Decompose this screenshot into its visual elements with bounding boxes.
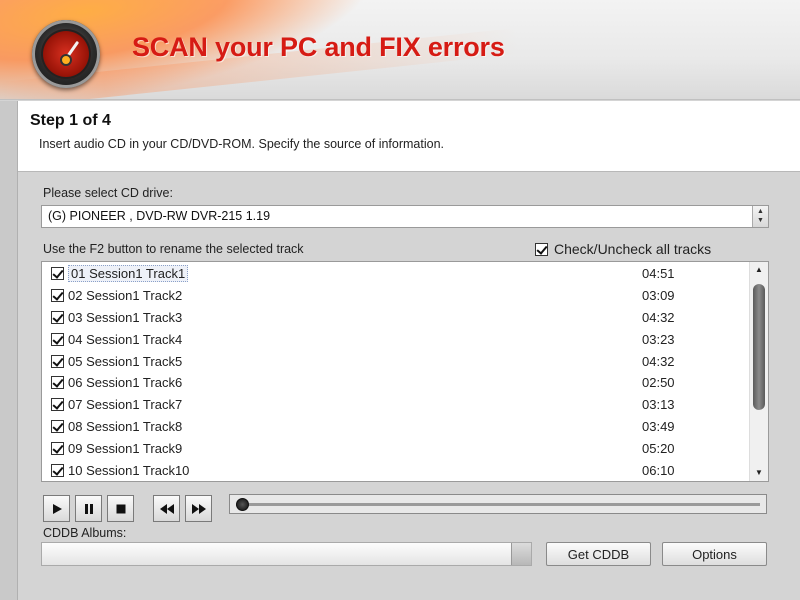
track-row[interactable]: 02 Session1 Track2 03:09	[42, 285, 748, 307]
pause-icon	[84, 503, 93, 514]
track-duration: 02:50	[642, 375, 675, 391]
rewind-button[interactable]	[153, 495, 180, 522]
track-row[interactable]: 03 Session1 Track3 04:32	[42, 307, 748, 329]
track-duration: 05:20	[642, 440, 675, 456]
track-name: 06 Session1 Track6	[68, 375, 183, 391]
track-row[interactable]: 08 Session1 Track8 03:49	[42, 416, 748, 438]
check-all-checkbox[interactable]	[535, 242, 548, 256]
track-duration: 06:10	[642, 462, 675, 478]
spin-arrows-icon[interactable]: ▲ ▼	[752, 206, 768, 227]
scrollbar-thumb[interactable]	[753, 284, 765, 410]
get-cddb-button[interactable]: Get CDDB	[546, 542, 651, 566]
track-row[interactable]: 07 Session1 Track7 03:13	[42, 394, 748, 416]
options-button[interactable]: Options	[662, 542, 767, 566]
track-duration: 03:09	[642, 288, 675, 304]
track-duration: 04:51	[642, 266, 675, 282]
track-name: 08 Session1 Track8	[68, 418, 183, 434]
track-checkbox[interactable]	[51, 267, 64, 281]
track-row[interactable]: 10 Session1 Track10 06:10	[42, 459, 748, 481]
left-edge-panel	[0, 101, 18, 600]
track-duration: 03:49	[642, 418, 675, 434]
track-checkbox[interactable]	[51, 419, 64, 433]
track-list-scrollbar[interactable]: ▲ ▼	[749, 262, 768, 481]
seek-slider[interactable]	[229, 494, 767, 514]
track-name: 03 Session1 Track3	[68, 309, 183, 325]
track-checkbox[interactable]	[51, 398, 64, 412]
track-checkbox[interactable]	[51, 441, 64, 455]
track-duration: 04:32	[642, 353, 675, 369]
track-checkbox[interactable]	[51, 376, 64, 390]
track-duration: 03:13	[642, 397, 675, 413]
stop-icon	[116, 504, 125, 513]
track-name: 10 Session1 Track10	[68, 462, 190, 478]
step-header: Step 1 of 4 Insert audio CD in your CD/D…	[18, 101, 800, 172]
track-checkbox[interactable]	[51, 463, 64, 477]
track-row[interactable]: 01 Session1 Track1 04:51	[42, 263, 748, 285]
cddb-albums-label: CDDB Albums:	[43, 526, 127, 540]
track-name: 04 Session1 Track4	[68, 331, 183, 347]
track-duration: 04:32	[642, 309, 675, 325]
track-checkbox[interactable]	[51, 289, 64, 303]
rewind-icon	[159, 503, 174, 514]
speedometer-logo-icon	[32, 20, 100, 88]
track-name: 02 Session1 Track2	[68, 288, 183, 304]
cddb-albums-select[interactable]	[41, 542, 532, 566]
dropdown-grip-icon[interactable]	[511, 543, 531, 565]
track-row[interactable]: 04 Session1 Track4 03:23	[42, 328, 748, 350]
rename-hint: Use the F2 button to rename the selected…	[43, 242, 304, 256]
check-all-tracks[interactable]: Check/Uncheck all tracks	[535, 241, 711, 257]
step-description: Insert audio CD in your CD/DVD-ROM. Spec…	[39, 137, 445, 151]
track-row[interactable]: 09 Session1 Track9 05:20	[42, 437, 748, 459]
play-button[interactable]	[43, 495, 70, 522]
track-row[interactable]: 06 Session1 Track6 02:50	[42, 372, 748, 394]
banner-title: SCAN your PC and FIX errors	[132, 32, 505, 62]
track-checkbox[interactable]	[51, 354, 64, 368]
track-list[interactable]: 01 Session1 Track1 04:51 02 Session1 Tra…	[41, 261, 769, 482]
step-title: Step 1 of 4	[30, 112, 111, 129]
track-checkbox[interactable]	[51, 332, 64, 346]
stop-button[interactable]	[107, 495, 134, 522]
fast-forward-button[interactable]	[185, 495, 212, 522]
gauge-hub	[60, 54, 72, 66]
pause-button[interactable]	[75, 495, 102, 522]
seek-track	[236, 503, 760, 506]
check-all-label: Check/Uncheck all tracks	[554, 241, 712, 257]
fast-forward-icon	[191, 503, 206, 514]
track-name: 01 Session1 Track1	[68, 265, 189, 283]
track-row[interactable]: 05 Session1 Track5 04:32	[42, 350, 748, 372]
cd-drive-selected-value: (G) PIONEER , DVD-RW DVR-215 1.19	[48, 209, 271, 223]
scroll-down-arrow-icon[interactable]: ▼	[750, 465, 768, 481]
header-banner: SCAN your PC and FIX errors	[0, 0, 800, 100]
play-icon	[52, 503, 62, 514]
track-name: 09 Session1 Track9	[68, 440, 183, 456]
seek-knob[interactable]	[236, 498, 249, 511]
cd-drive-select[interactable]: (G) PIONEER , DVD-RW DVR-215 1.19 ▲ ▼	[41, 205, 769, 228]
scroll-up-arrow-icon[interactable]: ▲	[750, 262, 768, 278]
track-checkbox[interactable]	[51, 310, 64, 324]
track-name: 05 Session1 Track5	[68, 353, 183, 369]
cd-drive-label: Please select CD drive:	[43, 186, 173, 200]
track-duration: 03:23	[642, 331, 675, 347]
track-name: 07 Session1 Track7	[68, 397, 183, 413]
